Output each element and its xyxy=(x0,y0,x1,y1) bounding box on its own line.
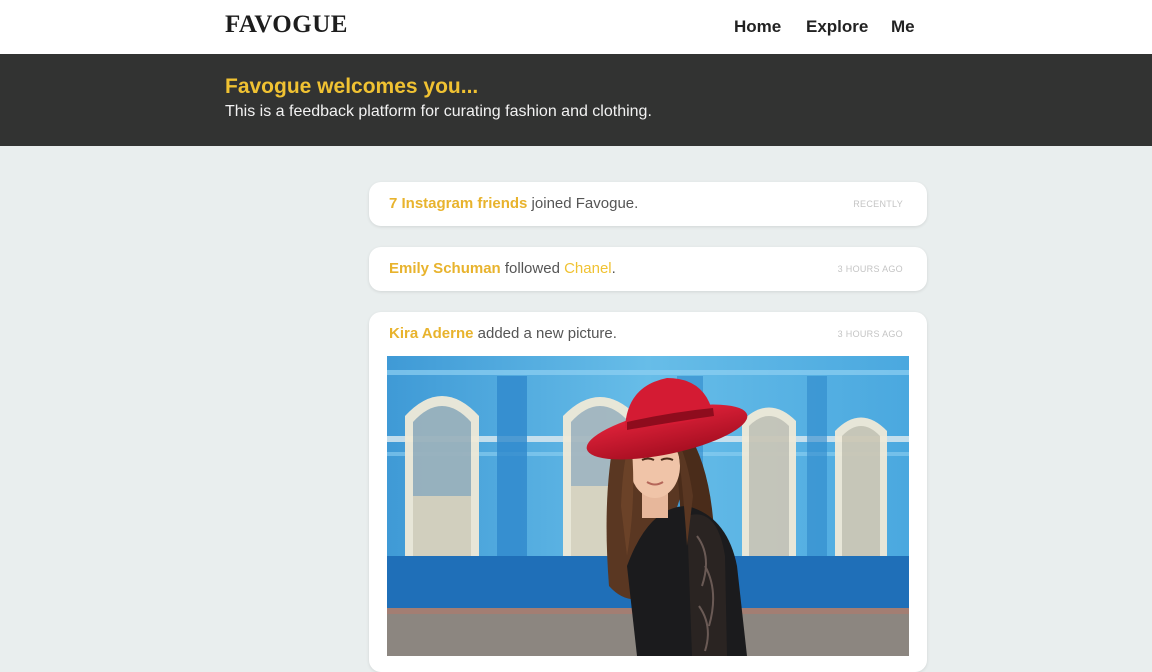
nav-home[interactable]: Home xyxy=(734,17,781,37)
feed-timestamp: RECENTLY xyxy=(853,199,903,209)
feed-item: 7 Instagram friends joined Favogue. RECE… xyxy=(369,182,927,226)
photo-image xyxy=(387,356,909,656)
welcome-banner: Favogue welcomes you... This is a feedba… xyxy=(0,54,1152,146)
feed-item-text: Emily Schuman followed Chanel. xyxy=(389,260,616,277)
feed-suffix-text: . xyxy=(611,260,616,277)
feed-target-link[interactable]: Chanel xyxy=(564,260,612,277)
feed-action-text: joined Favogue. xyxy=(527,195,639,212)
feed-action-text: followed xyxy=(500,260,565,277)
feed-actor-link[interactable]: 7 Instagram friends xyxy=(389,195,527,212)
feed-action-text: added a new picture. xyxy=(473,325,617,342)
nav-explore[interactable]: Explore xyxy=(806,17,868,37)
top-bar: FAVOGUE Home Explore Me xyxy=(0,0,1152,54)
feed-item: Emily Schuman followed Chanel. 3 HOURS A… xyxy=(369,247,927,291)
feed-actor-link[interactable]: Kira Aderne xyxy=(389,325,473,342)
nav-me[interactable]: Me xyxy=(891,17,915,37)
feed-actor-link[interactable]: Emily Schuman xyxy=(389,260,501,277)
welcome-subtitle: This is a feedback platform for curating… xyxy=(225,103,652,120)
feed-item-text: 7 Instagram friends joined Favogue. xyxy=(389,195,638,212)
feed-timestamp: 3 HOURS AGO xyxy=(837,329,903,339)
feed-item-picture: Kira Aderne added a new picture. 3 HOURS… xyxy=(369,312,927,672)
feed-photo[interactable] xyxy=(387,356,909,656)
welcome-title: Favogue welcomes you... xyxy=(225,75,479,98)
feed-item-text: Kira Aderne added a new picture. xyxy=(389,325,617,342)
main-nav: Home Explore Me xyxy=(0,17,1152,39)
feed-timestamp: 3 HOURS AGO xyxy=(837,264,903,274)
